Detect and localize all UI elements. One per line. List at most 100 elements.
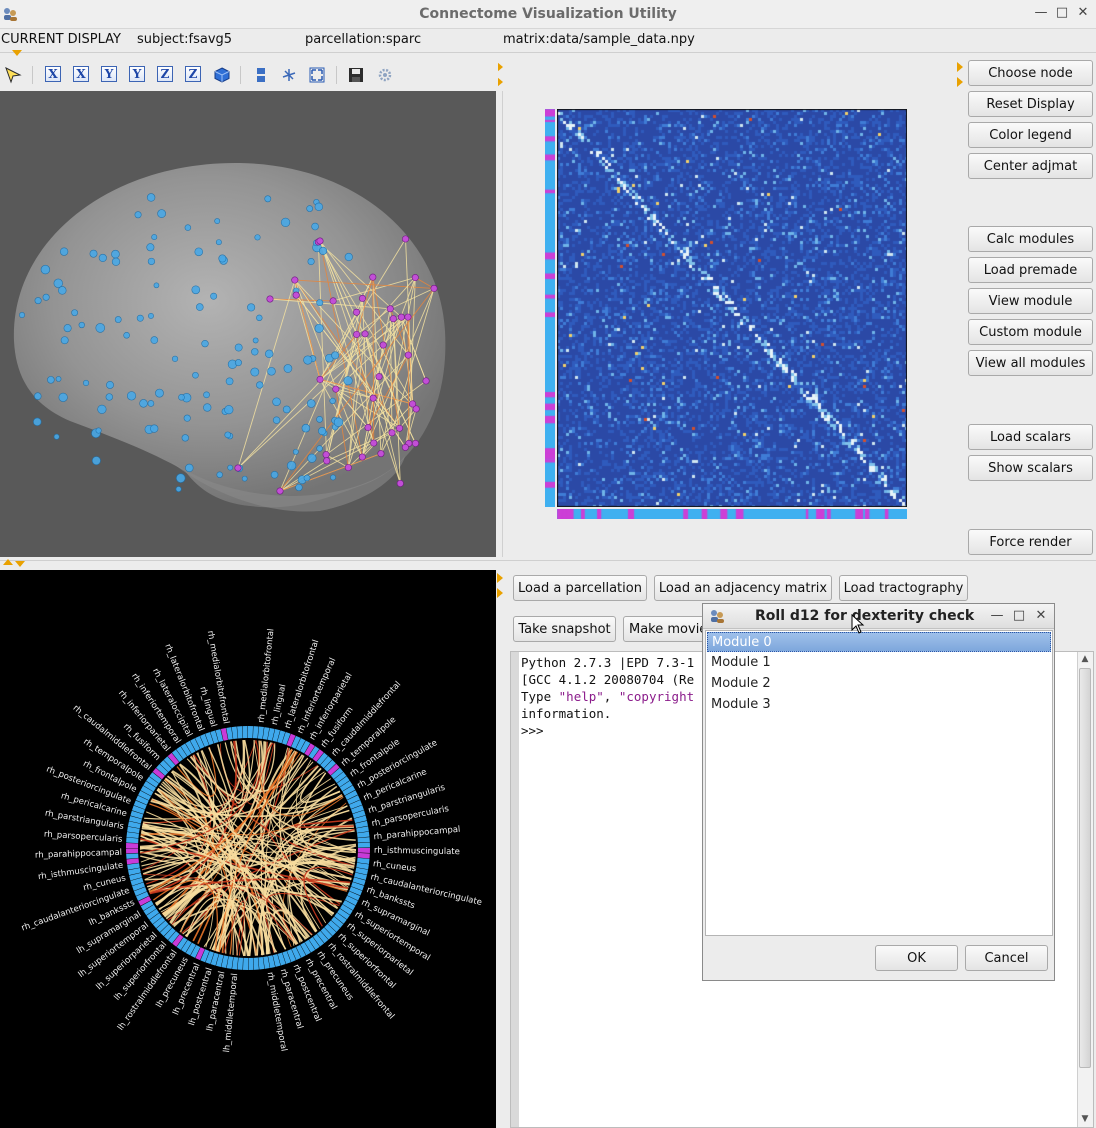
ring-segment <box>252 726 259 739</box>
brain-node <box>286 461 297 471</box>
brain-node <box>95 323 106 333</box>
calc-modules-button[interactable]: Calc modules <box>968 226 1093 252</box>
brain-node <box>203 391 210 399</box>
module-list[interactable]: Module 0 Module 1 Module 2 Module 3 <box>705 630 1053 936</box>
list-item[interactable]: Module 2 <box>707 674 1051 694</box>
module-node <box>353 330 361 338</box>
dialog-titlebar[interactable]: Roll d12 for dexterity check — □ ✕ <box>703 604 1054 629</box>
brain-node <box>155 388 164 398</box>
connectivity-circle-view[interactable]: rh_medialorbitofrontal rh_lingual rh_later… <box>0 570 496 1128</box>
module-node <box>323 457 331 465</box>
settings-gear-icon[interactable] <box>376 66 394 84</box>
load-adjacency-matrix-button[interactable]: Load an adjacency matrix <box>654 575 832 601</box>
ring-segment <box>237 957 244 970</box>
view-z-positive-button[interactable]: Z <box>157 66 173 82</box>
brain-node <box>95 427 102 434</box>
module-node <box>369 273 377 281</box>
splitter-arrow-icon[interactable] <box>3 559 13 565</box>
scroll-down-icon[interactable]: ▼ <box>1080 1114 1090 1124</box>
fullscreen-icon[interactable] <box>308 66 326 84</box>
splitter-arrow-icon[interactable] <box>497 573 508 583</box>
custom-module-button[interactable]: Custom module <box>968 319 1093 345</box>
view-x-negative-button[interactable]: X <box>73 66 89 82</box>
region-label: rh_caudalanteriorcingulate <box>369 872 482 908</box>
brain-node <box>184 224 192 231</box>
splitter-arrow-icon[interactable] <box>957 77 968 87</box>
ok-button[interactable]: OK <box>875 945 958 971</box>
list-item[interactable]: Module 1 <box>707 653 1051 673</box>
choose-node-button[interactable]: Choose node <box>968 60 1093 86</box>
adjacency-matrix[interactable] <box>557 109 907 507</box>
brain-render[interactable] <box>0 91 496 557</box>
reset-display-button[interactable]: Reset Display <box>968 91 1093 117</box>
splitter-arrow-icon[interactable] <box>497 62 508 72</box>
module-node <box>353 308 361 316</box>
cancel-button[interactable]: Cancel <box>965 945 1048 971</box>
view-module-button[interactable]: View module <box>968 288 1093 314</box>
load-scalars-button[interactable]: Load scalars <box>968 424 1093 450</box>
brain-node <box>139 399 148 408</box>
save-icon[interactable] <box>347 66 365 84</box>
brain-node <box>215 239 222 246</box>
splitter-arrow-icon[interactable] <box>12 50 22 56</box>
axes-icon[interactable] <box>280 66 298 84</box>
ring-segment <box>248 726 254 739</box>
pointer-tool-icon[interactable] <box>4 66 22 84</box>
brain-node <box>227 464 234 471</box>
connectivity-circle[interactable]: rh_medialorbitofrontalrh_lingualrh_later… <box>0 570 496 1128</box>
parallel-projection-icon[interactable] <box>252 66 270 84</box>
splitter-arrow-icon[interactable] <box>497 77 508 87</box>
brain-node <box>150 424 159 433</box>
view-x-positive-button[interactable]: X <box>45 66 61 82</box>
scroll-up-icon[interactable]: ▲ <box>1080 654 1090 664</box>
brain-3d-view[interactable] <box>0 91 496 557</box>
maximize-icon[interactable]: □ <box>1011 608 1027 624</box>
module-select-dialog[interactable]: Roll d12 for dexterity check — □ ✕ Modul… <box>702 603 1055 981</box>
scroll-thumb[interactable] <box>1079 668 1091 1068</box>
view-all-modules-button[interactable]: View all modules <box>968 350 1093 376</box>
console-output[interactable]: Python 2.7.3 |EPD 7.3-1 [GCC 4.1.2 20080… <box>521 654 694 739</box>
load-premade-button[interactable]: Load premade <box>968 257 1093 283</box>
ring-segment <box>357 837 370 843</box>
splitter-arrow-icon[interactable] <box>497 588 508 598</box>
brain-node <box>272 397 281 407</box>
load-tractography-button[interactable]: Load tractography <box>839 575 968 601</box>
view-z-negative-button[interactable]: Z <box>185 66 201 82</box>
module-node <box>386 305 394 313</box>
view-y-positive-button[interactable]: Y <box>101 66 117 82</box>
brain-node <box>105 393 113 401</box>
center-adjmat-button[interactable]: Center adjmat <box>968 153 1093 179</box>
brain-node <box>265 349 274 359</box>
show-scalars-button[interactable]: Show scalars <box>968 455 1093 481</box>
brain-node <box>60 336 69 345</box>
brain-node <box>329 397 336 405</box>
brain-node <box>42 293 50 301</box>
close-icon[interactable]: ✕ <box>1033 608 1049 624</box>
close-icon[interactable]: ✕ <box>1075 5 1091 21</box>
console-scrollbar[interactable]: ▲ ▼ <box>1077 652 1093 1127</box>
list-item[interactable]: Module 3 <box>707 695 1051 715</box>
module-node <box>404 351 412 359</box>
load-parcellation-button[interactable]: Load a parcellation <box>513 575 647 601</box>
region-label: rh_isthmuscingulate <box>374 846 460 857</box>
module-node <box>344 464 352 472</box>
minimize-icon[interactable]: — <box>989 608 1005 624</box>
maximize-icon[interactable]: □ <box>1054 5 1070 21</box>
brain-node <box>316 445 323 452</box>
brain-node <box>203 403 212 412</box>
color-legend-button[interactable]: Color legend <box>968 122 1093 148</box>
brain-node <box>191 285 201 295</box>
list-item[interactable]: Module 0 <box>707 632 1051 652</box>
isometric-view-icon[interactable] <box>213 66 231 84</box>
take-snapshot-button[interactable]: Take snapshot <box>513 616 616 642</box>
module-node <box>358 294 366 302</box>
splitter-arrow-icon[interactable] <box>957 62 968 72</box>
brain-node <box>71 309 78 317</box>
force-render-button[interactable]: Force render <box>968 529 1093 555</box>
brain-node <box>40 264 51 275</box>
splitter-arrow-icon[interactable] <box>15 561 25 567</box>
region-label: rh_cuneus <box>372 859 417 874</box>
brain-node <box>146 193 156 202</box>
minimize-icon[interactable]: — <box>1033 5 1049 21</box>
view-y-negative-button[interactable]: Y <box>129 66 145 82</box>
